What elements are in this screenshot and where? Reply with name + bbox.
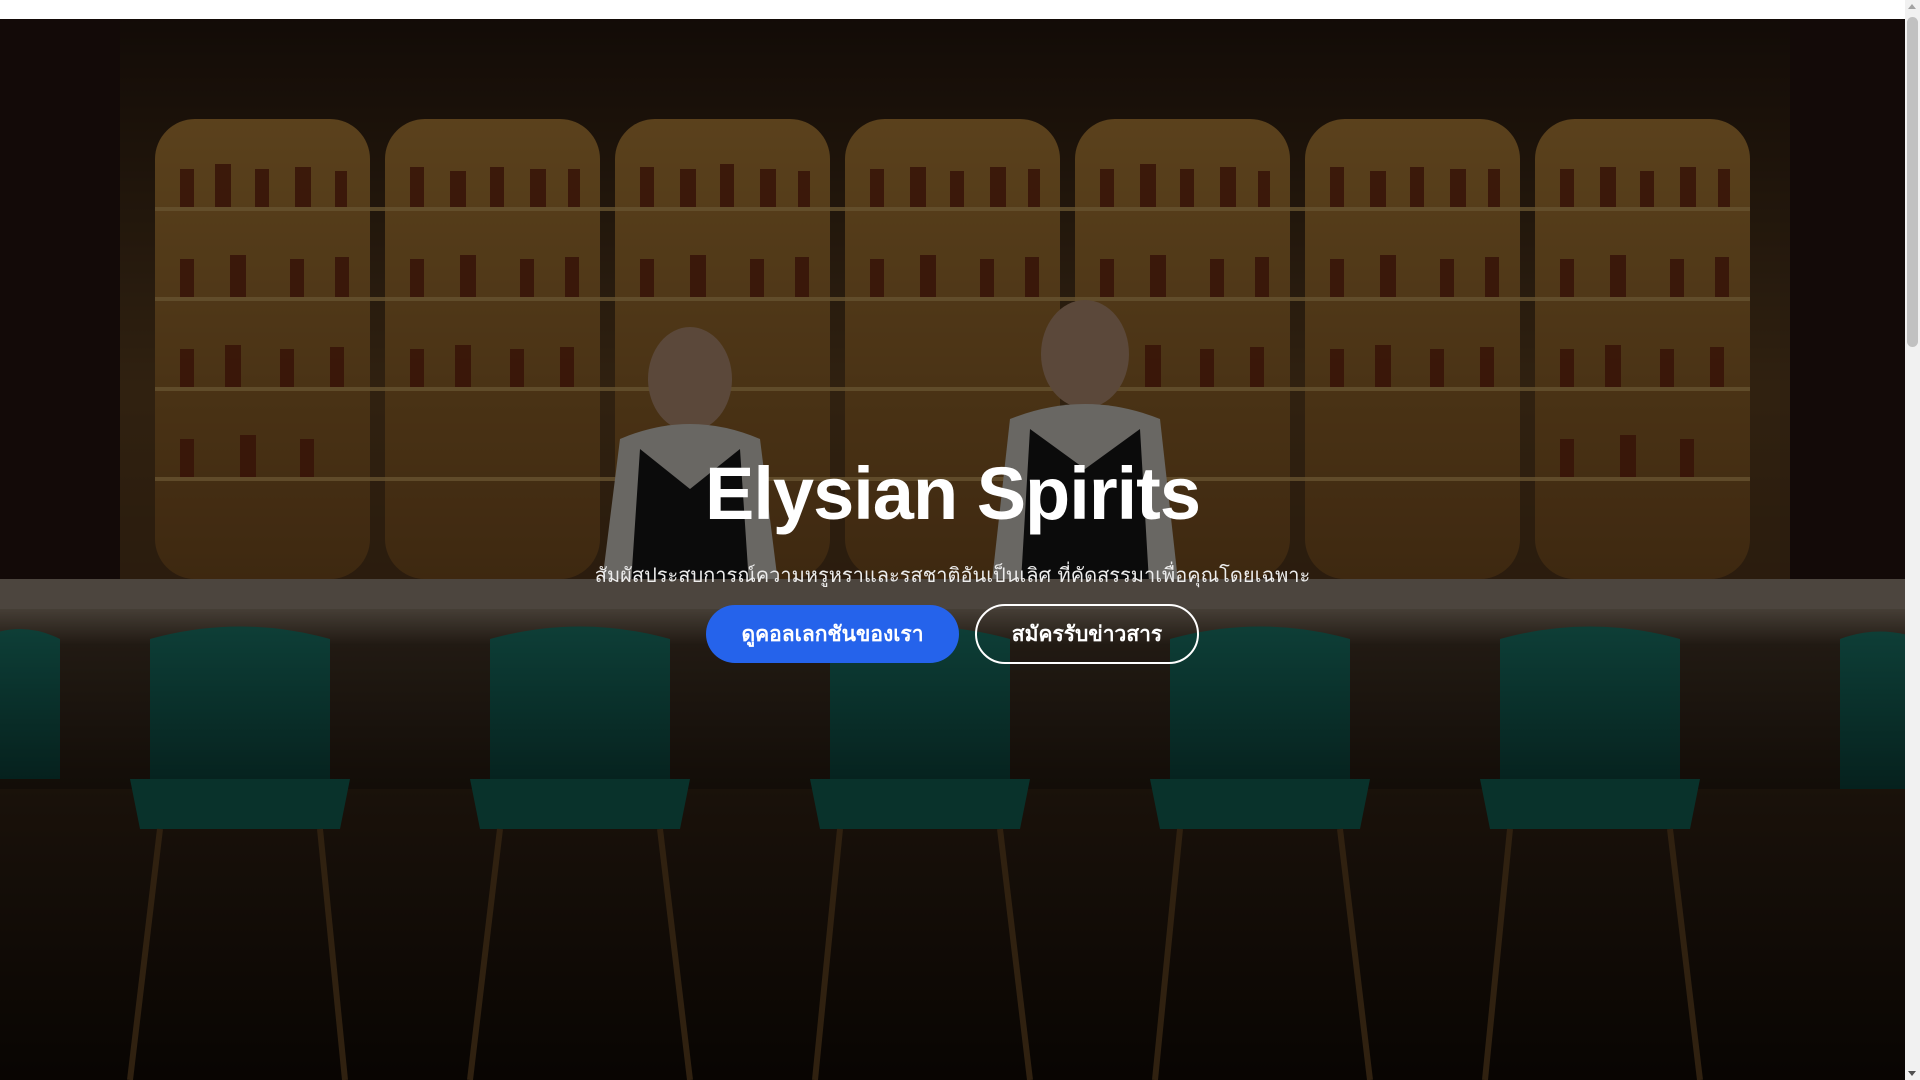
view-collection-button[interactable]: ดูคอลเลกชันของเรา xyxy=(706,605,959,663)
vertical-scrollbar[interactable] xyxy=(1905,0,1920,1080)
scrollbar-thumb[interactable] xyxy=(1907,17,1918,347)
subscribe-newsletter-button[interactable]: สมัครรับข่าวสาร xyxy=(975,604,1199,664)
hero-subtitle: สัมผัสประสบการณ์ความหรูหราและรสชาติอันเป… xyxy=(594,563,1311,587)
hero-section: Elysian Spirits สัมผัสประสบการณ์ความหรูห… xyxy=(0,19,1905,1080)
page-viewport: Elysian Spirits สัมผัสประสบการณ์ความหรูห… xyxy=(0,0,1905,1080)
top-navbar-strip xyxy=(0,0,1905,19)
scroll-up-arrow-icon[interactable] xyxy=(1908,4,1916,9)
hero-content: Elysian Spirits สัมผัสประสบการณ์ความหรูห… xyxy=(0,19,1905,1080)
hero-title: Elysian Spirits xyxy=(705,452,1201,535)
scroll-down-arrow-icon[interactable] xyxy=(1908,1071,1916,1076)
